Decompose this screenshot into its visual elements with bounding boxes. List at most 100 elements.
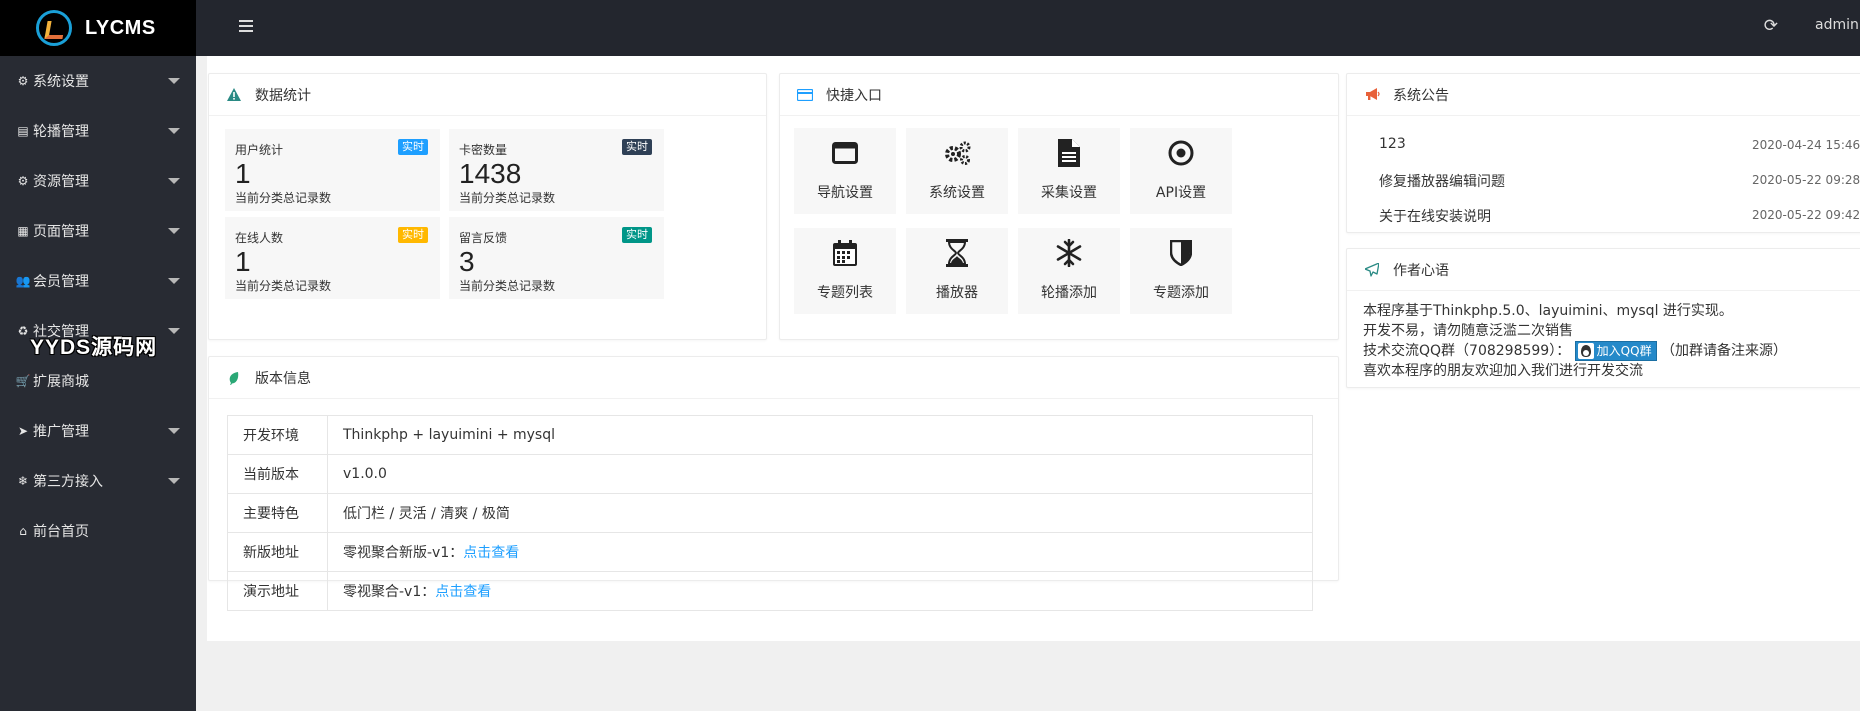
- notice-card-header: 系统公告: [1347, 74, 1860, 116]
- quick-entry-item[interactable]: API设置: [1130, 128, 1232, 214]
- author-line-2: 开发不易，请勿随意泛滥二次销售: [1363, 323, 1573, 339]
- qq-icon: [1577, 343, 1594, 359]
- quick-entry-label: 专题列表: [817, 285, 873, 301]
- notice-title[interactable]: 修复播放器编辑问题: [1379, 171, 1505, 191]
- user-menu[interactable]: admin: [1815, 17, 1859, 33]
- top-header: ⟳ admin: [196, 0, 1860, 56]
- gears-icon: [906, 128, 1008, 178]
- caret-down-icon: [168, 478, 180, 484]
- quick-entry-label: 采集设置: [1041, 185, 1097, 201]
- stats-card-header: 数据统计: [209, 74, 766, 116]
- bullhorn-icon: [1363, 88, 1381, 101]
- stat-box: 留言反馈 3 当前分类总记录数 实时: [449, 217, 664, 299]
- quick-entry-item[interactable]: 轮播添加: [1018, 228, 1120, 314]
- recycle-icon: ♻: [17, 324, 29, 338]
- quick-entry-item[interactable]: 播放器: [906, 228, 1008, 314]
- notice-time: 2020-05-22 09:28:2: [1752, 173, 1860, 187]
- version-key: 当前版本: [227, 454, 328, 494]
- warning-icon: [225, 88, 243, 101]
- author-line-4: 喜欢本程序的朋友欢迎加入我们进行开发交流: [1363, 363, 1643, 379]
- view-link[interactable]: 点击查看: [463, 545, 519, 561]
- sidebar-item[interactable]: ▦ 页面管理: [0, 206, 196, 256]
- qq-group-note: （加群请备注来源）: [1661, 343, 1788, 359]
- watermark: YYDS源码网: [30, 336, 158, 359]
- notice-title[interactable]: 123: [1379, 136, 1406, 152]
- view-link[interactable]: 点击查看: [435, 584, 491, 600]
- sidebar-item[interactable]: ⚙ 系统设置: [0, 56, 196, 106]
- quick-entry-item[interactable]: 系统设置: [906, 128, 1008, 214]
- leaf-icon: [225, 371, 243, 385]
- stat-value: 1438: [459, 158, 522, 189]
- windows-icon: ▦: [17, 224, 29, 238]
- logo[interactable]: LYCMS: [0, 0, 196, 56]
- sidebar-item-label: 资源管理: [33, 174, 89, 190]
- version-value: 零视聚合-v1：: [343, 584, 436, 600]
- stat-desc: 当前分类总记录数: [459, 191, 556, 205]
- author-line-1: 本程序基于Thinkphp.5.0、layuimini、mysql 进行实现。: [1363, 303, 1733, 319]
- table-row: 演示地址 零视聚合-v1：点击查看: [227, 571, 1313, 611]
- refresh-icon[interactable]: ⟳: [1764, 16, 1778, 36]
- users-icon: 👥: [15, 274, 31, 288]
- caret-down-icon: [168, 78, 180, 84]
- version-table: 开发环境 Thinkphp + layuimini + mysql 当前版本 v1.0…: [227, 415, 1313, 611]
- logo-icon: [36, 10, 72, 46]
- sidebar-item[interactable]: ❄ 第三方接入: [0, 456, 196, 506]
- quick-entry-item[interactable]: 专题列表: [794, 228, 896, 314]
- stat-desc: 当前分类总记录数: [235, 279, 332, 293]
- sidebar-item-label: 扩展商城: [33, 374, 89, 390]
- quick-entry-item[interactable]: 专题添加: [1130, 228, 1232, 314]
- file-text-icon: [1018, 128, 1120, 178]
- notice-time: 2020-04-24 15:46:0: [1752, 138, 1860, 152]
- quick-entry-label: 导航设置: [817, 185, 873, 201]
- quick-entry-item[interactable]: 导航设置: [794, 128, 896, 214]
- version-value: Thinkphp + layuimini + mysql: [343, 427, 556, 443]
- table-row: 主要特色 低门栏 / 灵活 / 清爽 / 极简: [227, 493, 1313, 533]
- version-key: 主要特色: [227, 493, 328, 533]
- shield-icon: [1130, 228, 1232, 278]
- hourglass-icon: [906, 228, 1008, 278]
- notice-card-title: 系统公告: [1393, 87, 1449, 104]
- sidebar-item-label: 会员管理: [33, 274, 89, 290]
- quick-entry-title: 快捷入口: [826, 87, 882, 104]
- sidebar-item[interactable]: ➤ 推广管理: [0, 406, 196, 456]
- version-key: 开发环境: [227, 415, 328, 455]
- author-line-3: 技术交流QQ群（708298599）： 加入QQ群 （加群请备注来源）: [1363, 341, 1860, 361]
- menu-toggle-icon[interactable]: [239, 20, 253, 32]
- join-qq-button[interactable]: 加入QQ群: [1574, 341, 1657, 361]
- sidebar-item[interactable]: ⌂ 前台首页: [0, 506, 196, 556]
- notice-card: 系统公告 123 2020-04-24 15:46:0 修复播放器编辑问题 2020-…: [1346, 73, 1860, 233]
- version-value-cell: 低门栏 / 灵活 / 清爽 / 极简: [327, 493, 1313, 533]
- sidebar-item[interactable]: ▤ 轮播管理: [0, 106, 196, 156]
- quick-entry-item[interactable]: 采集设置: [1018, 128, 1120, 214]
- sidebar-item-label: 第三方接入: [33, 474, 103, 490]
- join-qq-label: 加入QQ群: [1596, 344, 1652, 358]
- version-value-cell: v1.0.0: [327, 454, 1313, 494]
- window-icon: [794, 128, 896, 178]
- realtime-badge: 实时: [398, 139, 428, 155]
- quick-entry-header: 快捷入口: [780, 74, 1338, 116]
- caret-down-icon: [168, 178, 180, 184]
- stats-card-title: 数据统计: [255, 87, 311, 104]
- list-icon: ▤: [17, 124, 29, 138]
- stat-value: 3: [459, 246, 475, 277]
- caret-down-icon: [168, 328, 180, 334]
- sidebar-item[interactable]: 🛒 扩展商城: [0, 356, 196, 406]
- stat-value: 1: [235, 158, 251, 189]
- sidebar-item[interactable]: ⚙ 资源管理: [0, 156, 196, 206]
- version-key: 演示地址: [227, 571, 328, 611]
- sidebar-item-label: 页面管理: [33, 224, 89, 240]
- notice-title[interactable]: 关于在线安装说明: [1379, 206, 1491, 226]
- realtime-badge: 实时: [622, 227, 652, 243]
- sidebar-item-label: 轮播管理: [33, 124, 89, 140]
- author-card-header: 作者心语: [1347, 249, 1860, 291]
- stat-desc: 当前分类总记录数: [459, 279, 556, 293]
- sidebar-menu: ⚙ 系统设置 ▤ 轮播管理 ⚙ 资源管理 ▦ 页面管理 👥 会员管理 ♻ 社交管理 🛒 扩展商城 ➤ 推广管理…: [0, 56, 196, 556]
- sidebar: LYCMS ⚙ 系统设置 ▤ 轮播管理 ⚙ 资源管理 ▦ 页面管理 👥 会员管理 ♻ 社交管理 🛒 扩展商…: [0, 0, 196, 711]
- version-card: 版本信息 开发环境 Thinkphp + layuimini + mysql 当前版…: [208, 356, 1339, 611]
- notice-time: 2020-05-22 09:42:0: [1752, 208, 1860, 222]
- gears-icon: ⚙: [17, 174, 29, 188]
- caret-down-icon: [168, 228, 180, 234]
- paper-plane-icon: [1363, 262, 1381, 277]
- sidebar-item[interactable]: 👥 会员管理: [0, 256, 196, 306]
- app-title: LYCMS: [85, 16, 156, 39]
